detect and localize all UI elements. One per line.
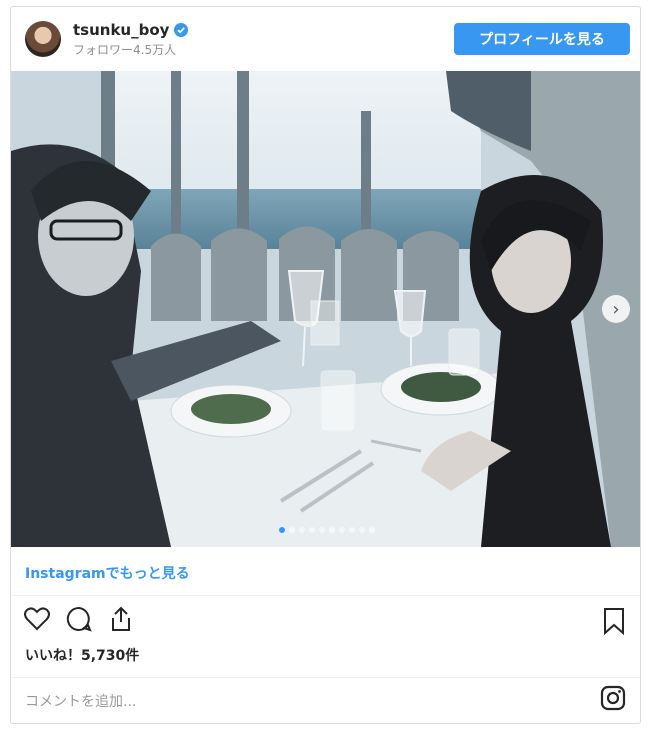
view-profile-button[interactable]: プロフィールを見る (454, 23, 630, 55)
post-photo[interactable]: › (11, 71, 640, 547)
bookmark-icon[interactable] (602, 607, 626, 635)
carousel-dot (348, 527, 355, 533)
avatar[interactable] (25, 21, 61, 57)
username-row: tsunku_boy (73, 21, 189, 39)
instagram-embed-card: tsunku_boy フォロワー4.5万人 プロフィールを見る › Instag… (10, 6, 641, 724)
carousel-dot (298, 527, 305, 533)
like-count[interactable]: いいね！5,730件 (25, 645, 139, 665)
carousel-dot (368, 527, 375, 533)
carousel-dot (278, 527, 285, 533)
carousel-dot (288, 527, 295, 533)
carousel-dot (308, 527, 315, 533)
divider (11, 677, 640, 678)
view-more-on-instagram-link[interactable]: Instagramでもっと見る (25, 563, 190, 583)
share-icon[interactable] (107, 605, 135, 633)
verified-icon (174, 23, 189, 37)
chevron-right-icon[interactable]: › (602, 295, 630, 323)
carousel-dot (318, 527, 325, 533)
username[interactable]: tsunku_boy (73, 21, 169, 39)
action-bar (23, 605, 135, 633)
comment-input[interactable]: コメントを追加... (25, 691, 136, 711)
comment-icon[interactable] (65, 605, 93, 633)
heart-icon[interactable] (23, 605, 51, 633)
follower-count: フォロワー4.5万人 (73, 43, 177, 57)
post-header: tsunku_boy フォロワー4.5万人 プロフィールを見る (11, 7, 640, 71)
carousel-dots (278, 527, 375, 533)
carousel-dot (358, 527, 365, 533)
carousel-dot (328, 527, 335, 533)
divider (11, 595, 640, 596)
instagram-icon[interactable] (600, 685, 626, 711)
carousel-dot (338, 527, 345, 533)
photo-illustration (11, 71, 640, 547)
